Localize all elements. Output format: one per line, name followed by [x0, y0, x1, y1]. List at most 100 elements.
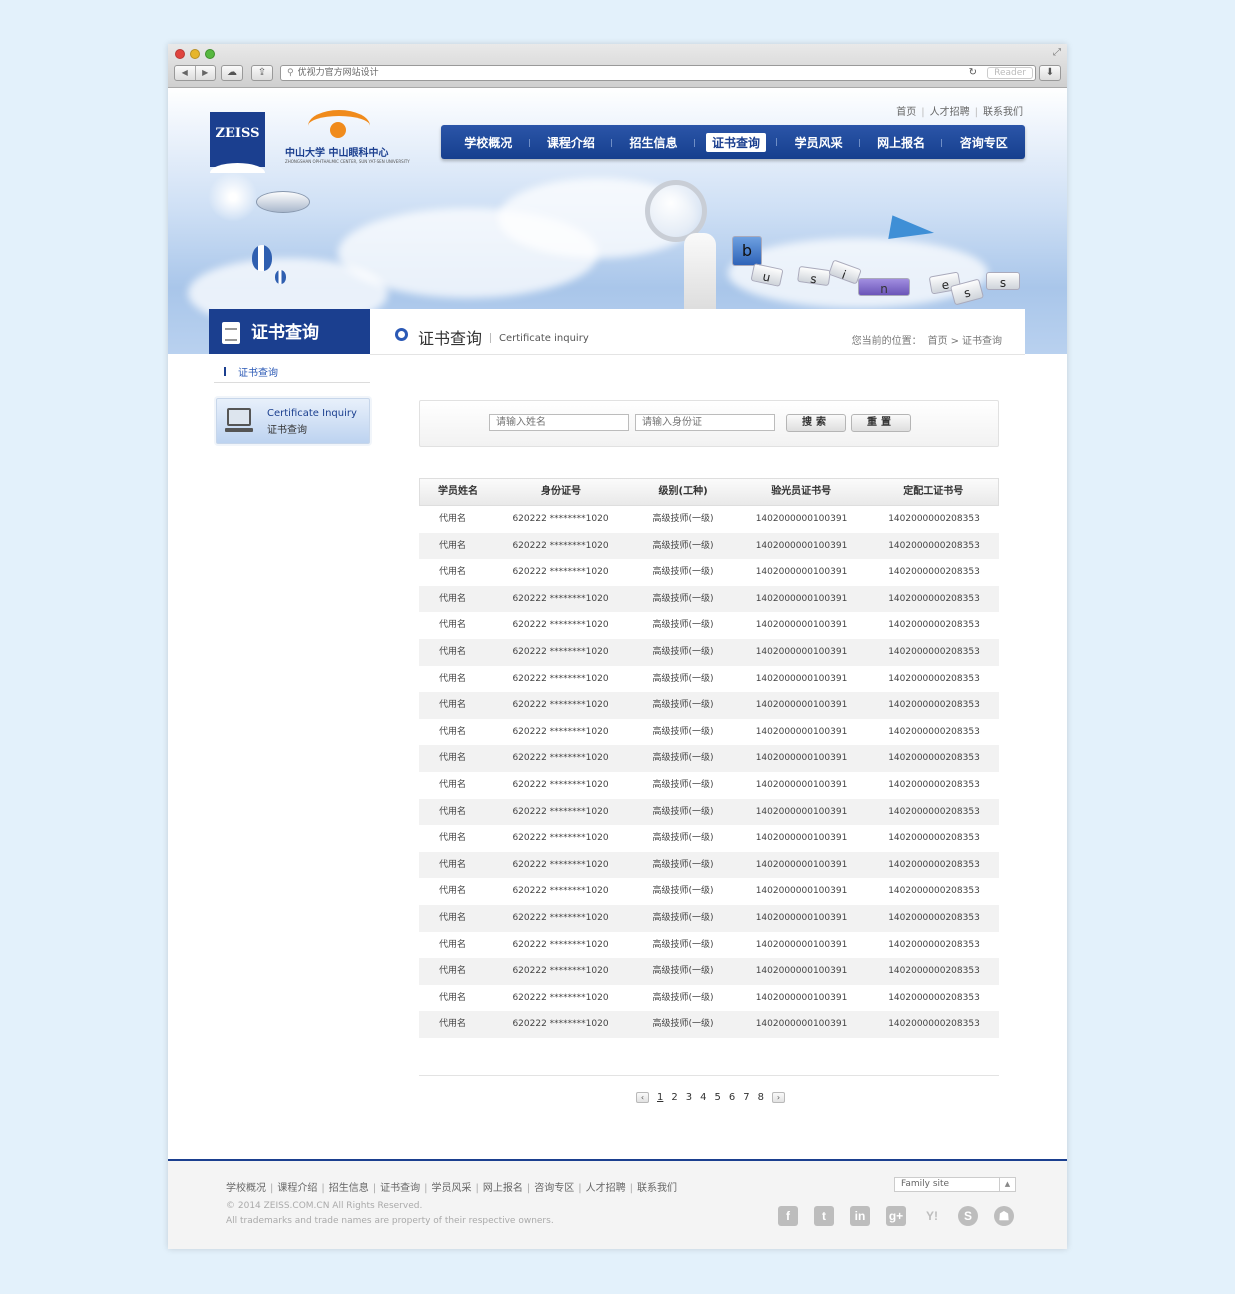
nav-item-certificate[interactable]: 证书查询 [695, 132, 778, 152]
cell-id: 620222 ********1020 [512, 833, 609, 844]
page-number[interactable]: 4 [700, 1092, 706, 1103]
back-arrow-icon[interactable]: ◀ [175, 66, 196, 80]
nav-item-courses[interactable]: 课程介绍 [530, 134, 613, 151]
yahoo-icon[interactable]: Y! [922, 1206, 942, 1226]
cell-fitter-cert: 1402000000208353 [888, 726, 980, 737]
reset-button[interactable]: 重置 [851, 414, 911, 432]
close-window-icon[interactable] [175, 49, 185, 59]
nav-item-admissions[interactable]: 招生信息 [612, 134, 695, 151]
table-row: 代用名 620222 ********1020 高级技师(一级) 1402000000… [419, 612, 999, 639]
cell-fitter-cert: 1402000000208353 [888, 912, 980, 923]
breadcrumb-home[interactable]: 首页 [928, 336, 948, 347]
cell-name: 代用名 [439, 912, 467, 923]
skype-icon[interactable]: S [958, 1206, 978, 1226]
footer-link[interactable]: 证书查询 [380, 1183, 420, 1194]
footer-link[interactable]: 课程介绍 [277, 1183, 317, 1194]
cell-optometrist-cert: 1402000000100391 [755, 593, 848, 604]
table-row: 代用名 620222 ********1020 高级技师(一级) 1402000000… [419, 772, 999, 799]
cell-optometrist-cert: 1402000000100391 [755, 939, 848, 950]
address-bar[interactable]: ⚲ 优视力官方网站设计 ↻ Reader [280, 65, 1036, 81]
download-icon[interactable]: ⬇ [1039, 65, 1061, 81]
letter-tile: n [858, 278, 910, 296]
cell-optometrist-cert: 1402000000100391 [755, 620, 848, 631]
prev-page-button[interactable]: ‹ [636, 1092, 649, 1103]
footer-link[interactable]: 人才招聘 [586, 1183, 626, 1194]
footer-link[interactable]: 学员风采 [432, 1183, 472, 1194]
forward-arrow-icon[interactable]: ▶ [196, 66, 216, 80]
share-icon[interactable]: ⇪ [251, 65, 273, 81]
cell-fitter-cert: 1402000000208353 [888, 886, 980, 897]
breadcrumb: 您当前的位置： 首页 > 证书查询 [851, 336, 1002, 347]
top-link-jobs[interactable]: 人才招聘 [930, 107, 970, 118]
cell-level: 高级技师(一级) [652, 992, 714, 1003]
top-links: 首页 | 人才招聘 | 联系我们 [896, 107, 1023, 118]
android-icon[interactable]: ☗ [994, 1206, 1014, 1226]
top-link-contact[interactable]: 联系我们 [983, 107, 1023, 118]
page-number[interactable]: 1 [657, 1092, 663, 1103]
section-tab: 证书查询 [209, 309, 370, 354]
page-number[interactable]: 5 [715, 1092, 721, 1103]
page-number[interactable]: 6 [729, 1092, 735, 1103]
cell-id: 620222 ********1020 [512, 673, 609, 684]
page-number[interactable]: 7 [743, 1092, 749, 1103]
family-site-select[interactable]: Family site ▲ [894, 1177, 1016, 1192]
footer-link[interactable]: 联系我们 [637, 1183, 677, 1194]
fullscreen-icon[interactable]: ⤢ [1053, 47, 1061, 58]
reload-icon[interactable]: ↻ [969, 66, 977, 80]
cell-fitter-cert: 1402000000208353 [888, 700, 980, 711]
nav-item-register[interactable]: 网上报名 [860, 134, 943, 151]
facebook-icon[interactable]: f [778, 1206, 798, 1226]
table-row: 代用名 620222 ********1020 高级技师(一级) 1402000000… [419, 985, 999, 1012]
page-number[interactable]: 2 [671, 1092, 677, 1103]
header-name: 学员姓名 [438, 486, 478, 497]
cell-level: 高级技师(一级) [652, 939, 714, 950]
google-plus-icon[interactable]: g+ [886, 1206, 906, 1226]
zeiss-logo[interactable]: ZEISS [210, 112, 265, 167]
cell-name: 代用名 [439, 673, 467, 684]
zoom-window-icon[interactable] [205, 49, 215, 59]
cell-level: 高级技师(一级) [652, 726, 714, 737]
page-number[interactable]: 3 [686, 1092, 692, 1103]
cell-id: 620222 ********1020 [512, 912, 609, 923]
reader-button[interactable]: Reader [987, 67, 1033, 79]
cell-fitter-cert: 1402000000208353 [888, 567, 980, 578]
cell-optometrist-cert: 1402000000100391 [755, 514, 848, 524]
top-link-home[interactable]: 首页 [896, 107, 916, 118]
card-title-en: Certificate Inquiry [267, 408, 357, 419]
certificate-inquiry-card[interactable]: Certificate Inquiry 证书查询 [216, 398, 370, 444]
cell-id: 620222 ********1020 [512, 939, 609, 950]
cell-optometrist-cert: 1402000000100391 [755, 646, 848, 657]
trademark-notice: All trademarks and trade names are prope… [226, 1216, 554, 1226]
search-button[interactable]: 搜索 [786, 414, 846, 432]
footer-link[interactable]: 学校概况 [226, 1183, 266, 1194]
nav-item-students[interactable]: 学员风采 [777, 134, 860, 151]
footer-link[interactable]: 招生信息 [329, 1183, 369, 1194]
cloud-icon[interactable]: ☁ [221, 65, 243, 81]
cell-id: 620222 ********1020 [512, 726, 609, 737]
linkedin-icon[interactable]: in [850, 1206, 870, 1226]
nav-item-consult[interactable]: 咨询专区 [942, 134, 1025, 151]
page-number[interactable]: 8 [758, 1092, 764, 1103]
eye-logo-icon [308, 110, 370, 142]
id-card-input[interactable] [635, 414, 775, 431]
family-site-label: Family site [901, 1179, 950, 1189]
cell-id: 620222 ********1020 [512, 567, 609, 578]
cell-id: 620222 ********1020 [512, 806, 609, 817]
cell-id: 620222 ********1020 [512, 1019, 609, 1030]
breadcrumb-current[interactable]: 证书查询 [962, 336, 1002, 347]
cell-optometrist-cert: 1402000000100391 [755, 992, 848, 1003]
certificate-table: 学员姓名 身份证号 级别(工种) 验光员证书号 定配工证书号 代用名 620222… [419, 478, 999, 1038]
table-row: 代用名 620222 ********1020 高级技师(一级) 1402000000… [419, 825, 999, 852]
nav-item-overview[interactable]: 学校概况 [447, 134, 530, 151]
tumblr-icon[interactable]: t [814, 1206, 834, 1226]
cell-fitter-cert: 1402000000208353 [888, 992, 980, 1003]
name-input[interactable] [489, 414, 629, 431]
next-page-button[interactable]: › [772, 1092, 785, 1103]
sidebar-item-certificate[interactable]: 证书查询 [214, 364, 370, 383]
cell-level: 高级技师(一级) [652, 1019, 714, 1030]
cell-level: 高级技师(一级) [652, 806, 714, 817]
minimize-window-icon[interactable] [190, 49, 200, 59]
logo-subtext: ZHONGSHAN OPHTHALMIC CENTER, SUN YAT-SEN… [285, 159, 410, 164]
footer-link[interactable]: 网上报名 [483, 1183, 523, 1194]
footer-link[interactable]: 咨询专区 [534, 1183, 574, 1194]
